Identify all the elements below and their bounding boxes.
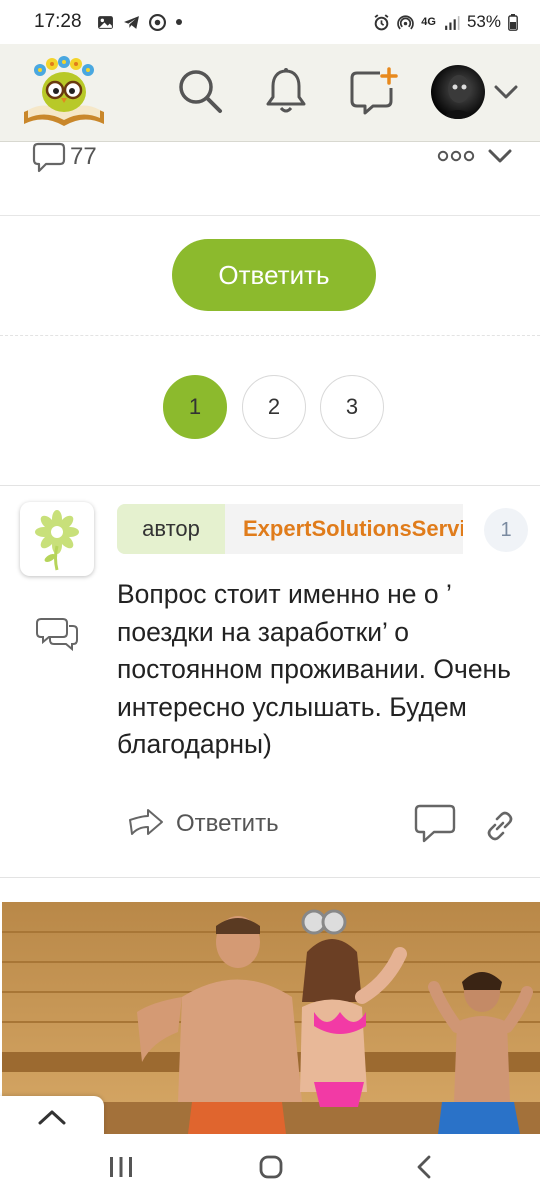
signal-icon	[445, 15, 460, 30]
author-role-badge: автор	[117, 504, 225, 554]
reply-button[interactable]: Ответить	[172, 239, 376, 311]
scroll-to-top-button[interactable]	[0, 1096, 104, 1138]
status-bar: 17:28 4G 53%	[0, 0, 540, 44]
avatar[interactable]	[431, 65, 485, 119]
recent-apps-button[interactable]	[101, 1150, 141, 1184]
comment-avatar[interactable]	[20, 502, 94, 576]
link-icon[interactable]	[484, 810, 516, 842]
battery-icon	[508, 13, 518, 31]
back-button[interactable]	[404, 1150, 444, 1184]
search-icon	[179, 70, 222, 113]
comment-icon[interactable]	[32, 142, 66, 174]
reply-section: Ответить	[0, 216, 540, 336]
hotspot-icon	[397, 14, 415, 29]
chevron-down-icon[interactable]	[492, 80, 520, 104]
chevron-down-icon[interactable]	[486, 144, 514, 168]
app-header	[0, 44, 540, 142]
status-time: 17:28	[34, 11, 82, 32]
comment-header: автор ExpertSolutionsService	[117, 504, 463, 554]
dot-icon	[175, 19, 182, 25]
battery-percent: 53%	[466, 12, 501, 31]
bell-icon	[266, 68, 306, 113]
comment-item: автор ExpertSolutionsService 1 Вопрос ст…	[0, 486, 540, 878]
notifications-button[interactable]	[259, 64, 313, 118]
reply-arrow-icon[interactable]	[128, 808, 164, 838]
telegram-icon	[123, 15, 139, 29]
search-button[interactable]	[173, 64, 227, 118]
comment-bubble-icon[interactable]	[414, 804, 456, 844]
comment-reply-link[interactable]: Ответить	[176, 810, 279, 838]
network-type: 4G	[421, 16, 436, 28]
recent-apps-icon	[110, 1157, 132, 1177]
owl-book-logo-icon[interactable]	[20, 54, 108, 130]
post-meta: 77	[0, 142, 540, 216]
more-dots-icon[interactable]	[436, 146, 476, 166]
pagination: 1 2 3	[0, 336, 540, 486]
comment-actions: Ответить	[0, 804, 540, 848]
chevron-up-icon	[38, 1110, 66, 1125]
comment-number-badge: 1	[484, 508, 528, 552]
alarm-icon	[374, 13, 389, 30]
page-1-button[interactable]: 1	[163, 375, 227, 439]
new-post-button[interactable]	[346, 64, 400, 118]
home-button[interactable]	[251, 1150, 291, 1184]
back-icon	[417, 1155, 431, 1179]
comment-text: Вопрос стоит именно не о ’ поездки на за…	[117, 579, 511, 759]
gallery-icon	[97, 15, 113, 29]
system-nav-bar	[0, 1134, 540, 1200]
comment-thread-icon[interactable]	[36, 616, 78, 652]
add-message-icon	[350, 67, 398, 115]
page-3-button[interactable]: 3	[320, 375, 384, 439]
chrome-icon	[148, 13, 166, 31]
comment-author-name[interactable]: ExpertSolutionsService	[225, 504, 463, 554]
home-icon	[259, 1155, 283, 1179]
page-2-button[interactable]: 2	[242, 375, 306, 439]
comments-count: 77	[70, 143, 97, 170]
